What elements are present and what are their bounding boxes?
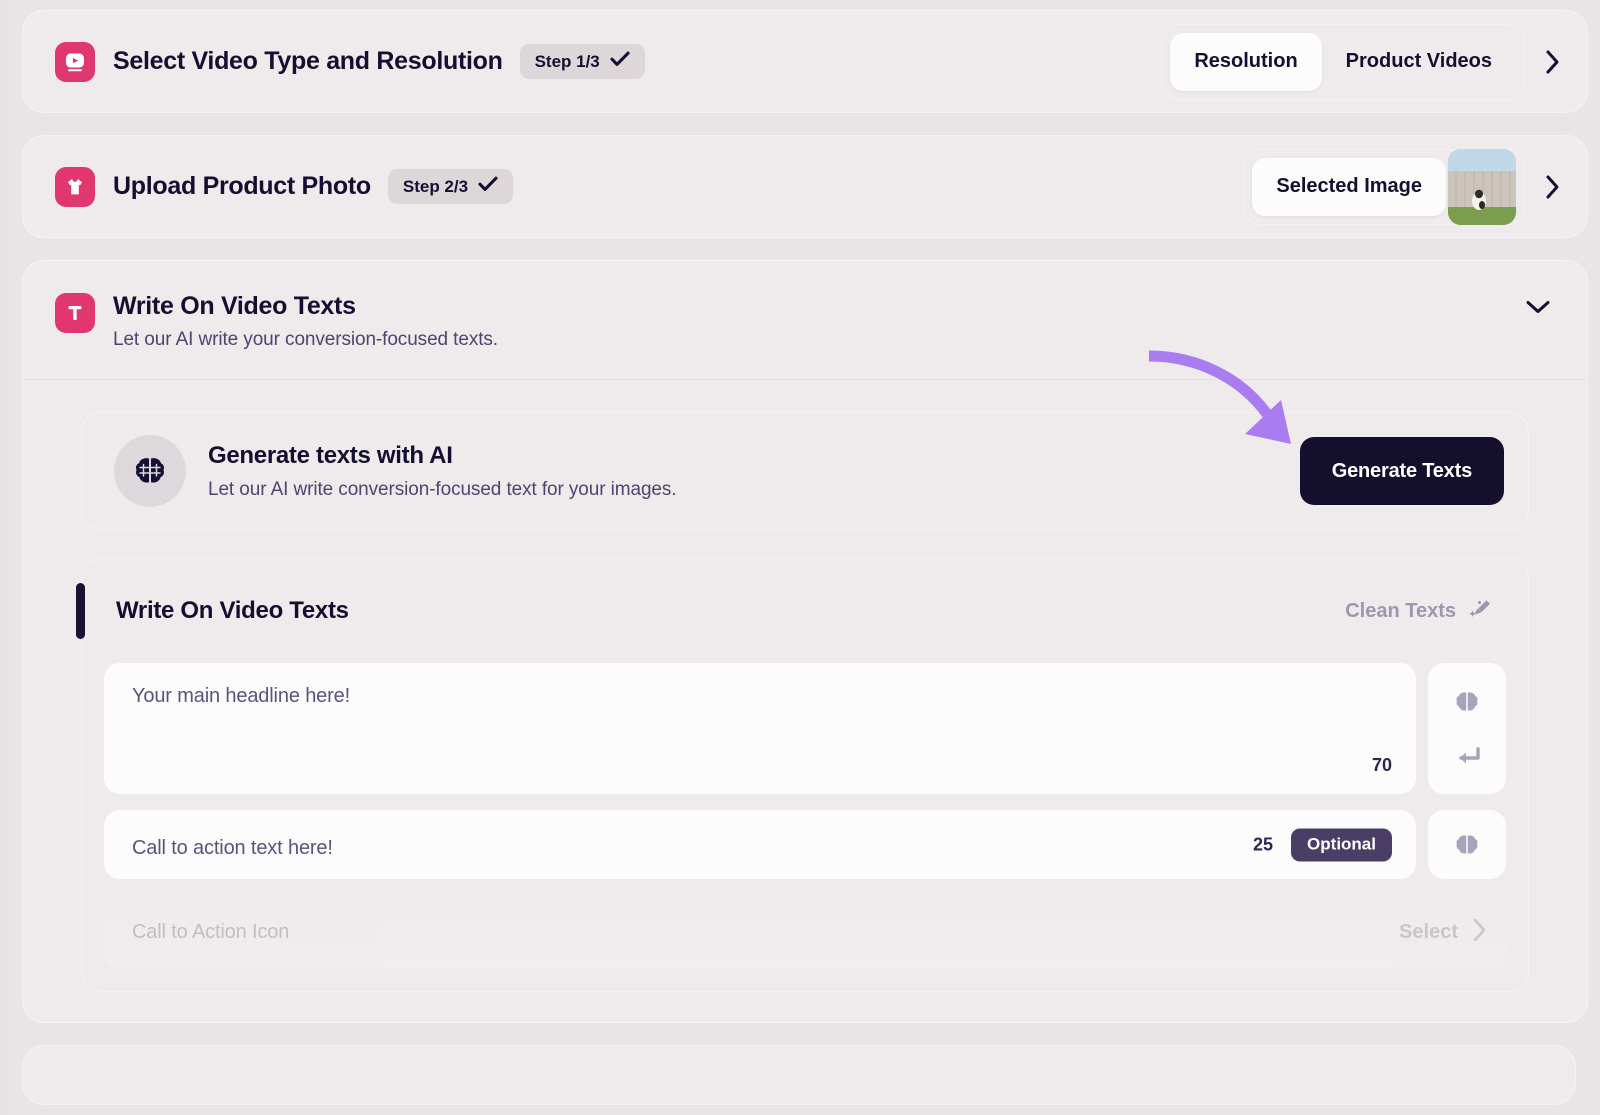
tshirt-icon [55,166,95,207]
cta-text-field-row: Call to action text here! 25 Optional [104,810,1506,880]
section-header-text: Write On Video Texts Let our AI write yo… [113,291,498,351]
section-write-on-video-texts: Write On Video Texts Let our AI write yo… [22,260,1588,1024]
chevron-right-icon[interactable] [1472,917,1488,948]
step-row-upload-photo[interactable]: Upload Product Photo Step 2/3 Selected I… [22,135,1588,238]
step-2-badge-label: Step 2/3 [402,176,469,196]
text-t-icon [55,293,95,333]
step-row-video-type[interactable]: Select Video Type and Resolution Step 1/… [22,10,1588,113]
brain-icon [114,435,186,508]
section-title: Write On Video Texts [113,292,356,320]
video-play-icon [55,41,95,82]
optional-badge: Optional [1291,828,1392,862]
toggle-option-product-videos[interactable]: Product Videos [1322,33,1516,91]
step-1-left: Select Video Type and Resolution Step 1/… [55,41,1161,82]
brain-icon[interactable] [1452,830,1482,860]
headline-meta: 70 [1372,755,1392,776]
chevron-right-icon[interactable] [1545,174,1561,200]
clean-texts-button[interactable]: Clean Texts [1345,596,1506,626]
selected-image-thumbnail[interactable] [1448,148,1516,225]
cta-text-input[interactable]: Call to action text here! 25 Optional [104,810,1416,880]
generate-with-ai-subtitle: Let our AI write conversion-focused text… [208,478,677,500]
brain-icon[interactable] [1452,687,1482,717]
texts-panel-header: Write On Video Texts Clean Texts [76,559,1506,663]
generate-with-ai-text: Generate texts with AI Let our AI write … [208,441,677,501]
panel-accent-bar [76,583,85,640]
cta-text-placeholder: Call to action text here! [132,837,333,860]
call-to-action-icon-label: Call to Action Icon [132,920,290,943]
cta-text-meta: 25 Optional [1253,828,1392,862]
write-on-video-texts-panel: Write On Video Texts Clean Texts Your ma… [76,558,1529,993]
selected-image-group[interactable]: Selected Image [1243,148,1525,225]
headline-field-row: Your main headline here! 70 [104,663,1506,795]
cta-text-side-actions [1428,810,1506,880]
clean-texts-label: Clean Texts [1345,599,1456,622]
headline-side-actions [1428,663,1506,795]
chevron-down-icon[interactable] [1525,299,1551,320]
resolution-toggle-group[interactable]: Resolution Product Videos [1161,23,1525,100]
toggle-option-resolution[interactable]: Resolution [1170,32,1322,91]
chevron-right-icon[interactable] [1545,49,1561,75]
enter-return-icon[interactable] [1452,745,1482,771]
selected-image-label[interactable]: Selected Image [1252,157,1446,216]
app-page: Select Video Type and Resolution Step 1/… [0,0,1600,1115]
step-2-left: Upload Product Photo Step 2/3 [55,166,1243,207]
section-subtitle: Let our AI write your conversion-focused… [113,329,498,351]
texts-panel-title: Write On Video Texts [116,597,349,625]
section-body: Generate texts with AI Let our AI write … [23,380,1587,1022]
step-1-title: Select Video Type and Resolution [113,47,503,75]
generate-texts-button[interactable]: Generate Texts [1299,437,1504,506]
step-1-badge-label: Step 1/3 [534,51,600,71]
section-header[interactable]: Write On Video Texts Let our AI write yo… [23,261,1587,381]
headline-input[interactable]: Your main headline here! 70 [104,663,1416,795]
call-to-action-icon-right: Select [1399,917,1502,948]
step-1-badge: Step 1/3 [519,44,645,79]
generate-with-ai-title: Generate texts with AI [208,441,453,469]
headline-placeholder: Your main headline here! [132,685,351,708]
check-icon [610,51,630,72]
headline-counter: 70 [1371,755,1392,776]
page-left-edge [0,0,9,1115]
step-2-badge: Step 2/3 [387,169,514,204]
check-icon [478,176,498,197]
step-2-title: Upload Product Photo [113,172,371,200]
next-section-card-partial[interactable] [22,1045,1576,1106]
call-to-action-select-label: Select [1399,920,1458,943]
generate-with-ai-card: Generate texts with AI Let our AI write … [81,412,1529,531]
cta-text-counter: 25 [1253,834,1274,855]
broom-sparkle-icon [1468,596,1494,626]
call-to-action-icon-row[interactable]: Call to Action Icon Select [104,895,1506,970]
